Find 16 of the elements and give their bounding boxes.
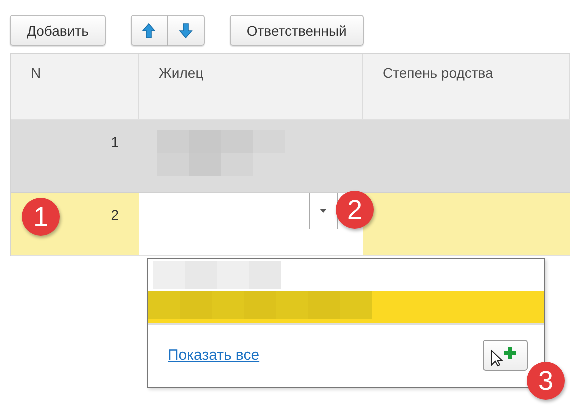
column-header[interactable]: Степень родства [363, 54, 570, 119]
show-all-link[interactable]: Показать все [168, 347, 260, 364]
caret-icon [320, 209, 327, 213]
toolbar-button[interactable]: Ответственный [230, 15, 364, 46]
callout-marker: 3 [527, 362, 565, 400]
row-number: 2 [111, 207, 119, 223]
move-down-button[interactable] [168, 15, 205, 46]
row-number: 1 [111, 134, 119, 150]
toolbar-button[interactable]: Добавить [10, 15, 106, 46]
column-header[interactable]: Жилец [139, 54, 363, 119]
move-up-button[interactable] [130, 15, 168, 46]
column-header[interactable]: N [11, 54, 139, 119]
arrow-up-icon [142, 22, 156, 38]
resident-input-field[interactable] [139, 193, 363, 255]
arrow-down-icon [178, 22, 193, 38]
add-button[interactable] [483, 340, 528, 371]
